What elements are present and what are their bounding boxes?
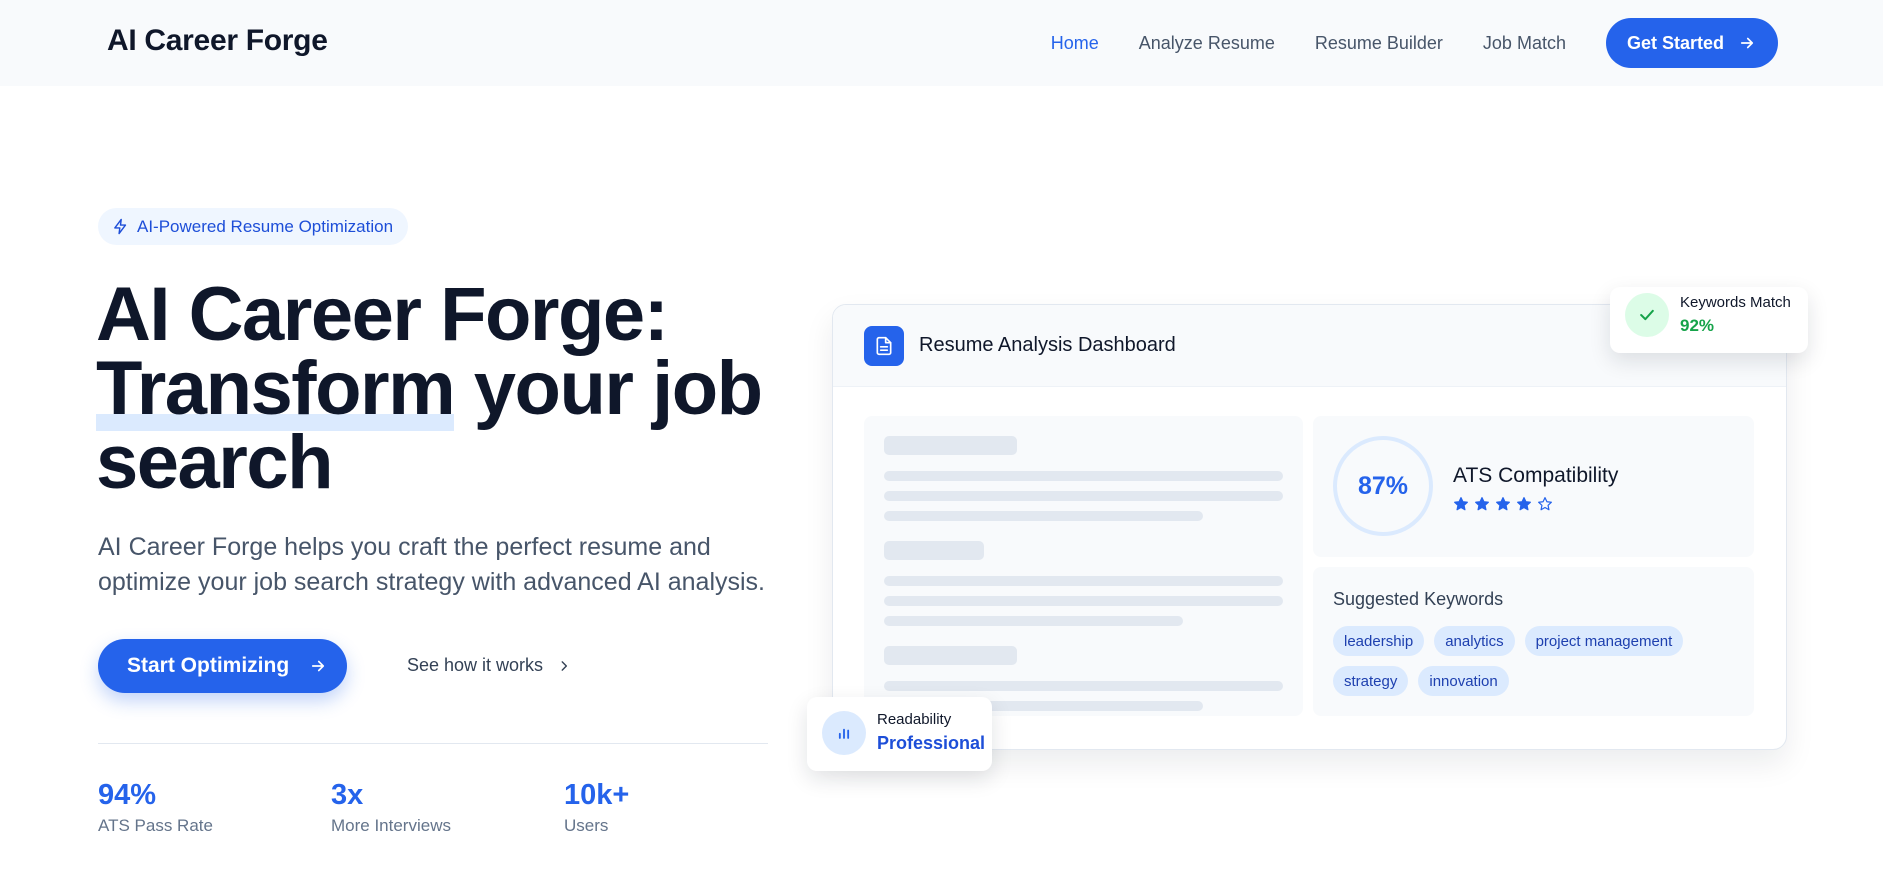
keyword-chips: leadership analytics project management … [1333,626,1733,696]
suggested-keywords-card: Suggested Keywords leadership analytics … [1313,567,1754,716]
stat-users: 10k+ Users [564,778,629,836]
skeleton-line [884,491,1283,501]
skeleton-line [884,576,1283,586]
stat-value: 3x [331,779,364,811]
get-started-button[interactable]: Get Started [1605,18,1778,68]
keyword-chip[interactable]: leadership [1333,626,1425,656]
star-icon [1517,497,1531,511]
keyword-chip[interactable]: project management [1524,626,1684,656]
skeleton-line [884,596,1283,606]
arrow-right-icon [312,660,325,672]
skeleton-heading [884,436,1017,455]
see-how-label: See how it works [407,655,544,675]
readability-label: Readability [877,711,952,728]
stat-more-interviews: 3x More Interviews [331,778,451,836]
nav-resume-builder[interactable]: Resume Builder [1315,33,1443,54]
main-nav: Home Analyze Resume Resume Builder Job M… [1051,0,1883,86]
keyword-chip[interactable]: analytics [1434,626,1515,656]
skeleton-line [884,511,1203,521]
headline-line3: search [96,420,334,505]
ats-compatibility-card: 87% ATS Compatibility [1313,416,1754,557]
dashboard-title: Resume Analysis Dashboard [919,334,1176,356]
keyword-chip[interactable]: innovation [1418,666,1509,696]
site-header: AI Career Forge Home Analyze Resume Resu… [0,0,1883,86]
star-icon [1538,497,1552,511]
keywords-title: Suggested Keywords [1333,589,1504,609]
stat-label: More Interviews [331,816,451,835]
keyword-chip[interactable]: strategy [1333,666,1409,696]
keywords-match-label: Keywords Match [1680,294,1791,311]
stat-label: Users [564,816,609,835]
hero-badge: AI-Powered Resume Optimization [98,208,409,245]
skeleton-line [884,681,1283,691]
logo[interactable]: AI Career Forge [107,24,328,58]
keywords-match-value: 92% [1680,316,1715,335]
check-icon [1625,293,1669,337]
see-how-it-works-link[interactable]: See how it works [407,655,571,676]
ats-title: ATS Compatibility [1453,464,1619,487]
skeleton-heading [884,541,984,560]
headline-rest: your job [454,346,763,431]
headline-line1: AI Career Forge: [96,272,669,357]
star-icon [1454,497,1468,511]
get-started-label: Get Started [1626,32,1724,53]
lightning-icon [114,218,127,235]
skeleton-line [884,471,1283,481]
chevron-right-icon [561,660,568,671]
skeleton-heading [884,646,1017,665]
stats-divider [98,743,768,744]
headline-highlight: Transform [96,346,456,431]
skeleton-line [884,616,1183,626]
stat-value: 94% [98,779,157,811]
badge-label: AI-Powered Resume Optimization [137,216,394,236]
stat-value: 10k+ [564,779,630,811]
resume-analysis-dashboard: Resume Analysis Dashboard 87% ATS Compat… [832,304,1787,750]
keywords-match-card: Keywords Match 92% [1610,287,1808,353]
stat-label: ATS Pass Rate [98,816,213,835]
start-optimizing-label: Start Optimizing [127,654,290,677]
hero-description: AI Career Forge helps you craft the perf… [98,533,766,596]
bar-chart-icon [822,711,866,755]
stat-ats-pass-rate: 94% ATS Pass Rate [98,778,213,836]
nav-job-match[interactable]: Job Match [1483,33,1566,54]
arrow-right-icon [1740,37,1754,49]
document-icon [864,325,904,366]
hero-headline: AI Career Forge: Transform your job sear… [96,277,776,501]
resume-preview-panel [864,416,1303,716]
star-icon [1475,497,1489,511]
ats-score-ring: 87% [1333,436,1433,536]
nav-home[interactable]: Home [1051,33,1099,54]
start-optimizing-button[interactable]: Start Optimizing [98,639,347,693]
ats-rating [1453,496,1553,512]
readability-card: Readability Professional [807,697,992,771]
readability-value: Professional [877,733,986,753]
star-icon [1496,497,1510,511]
nav-analyze-resume[interactable]: Analyze Resume [1139,33,1275,54]
